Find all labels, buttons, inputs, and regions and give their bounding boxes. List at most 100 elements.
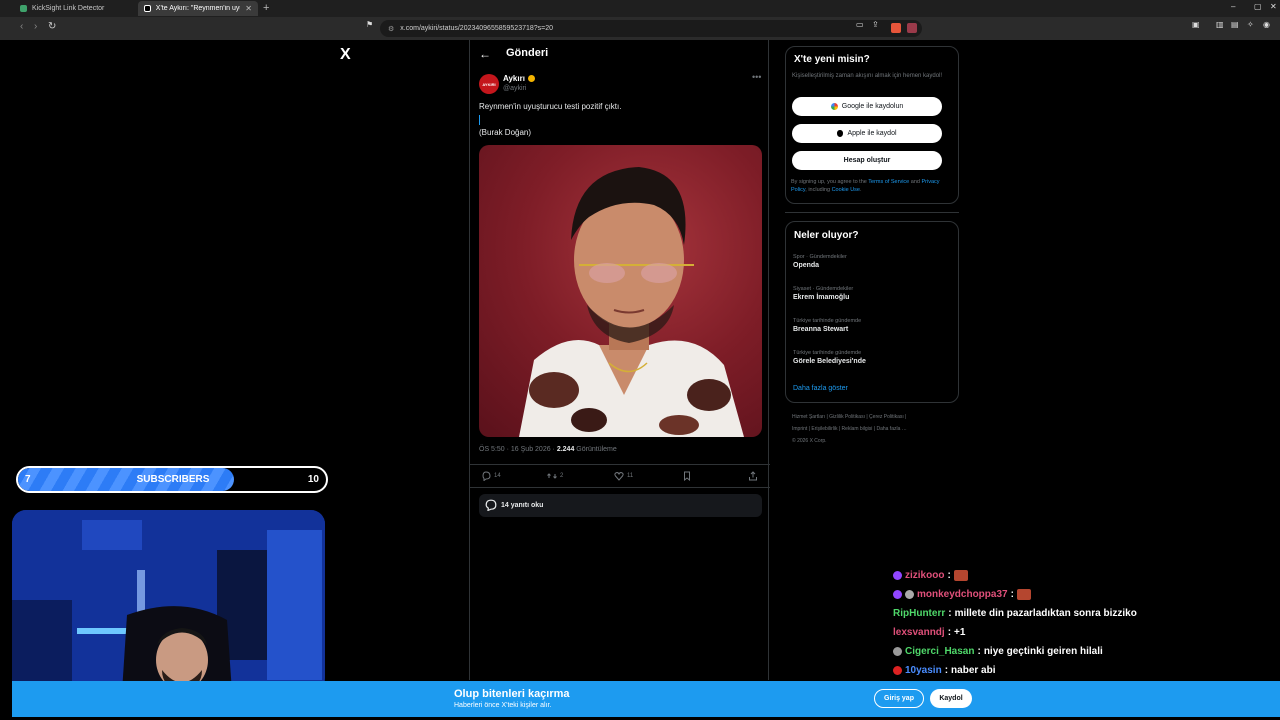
read-replies-button[interactable]: 14 yanıtı oku bbox=[479, 494, 762, 517]
subscriber-goal-bar: 7 SUBSCRIBERS 10 bbox=[16, 466, 328, 493]
cast-icon[interactable]: ▭ bbox=[856, 20, 864, 29]
post-time[interactable]: ÖS 5:50 · 16 Şub 2026 · bbox=[479, 446, 557, 453]
reply-icon bbox=[482, 471, 491, 481]
trend-category: Siyaset · Gündemdekiler bbox=[793, 286, 854, 292]
kicksight-favicon-icon bbox=[20, 5, 27, 12]
bookmark-button[interactable] bbox=[682, 471, 692, 481]
chat-message: RipHunterr : millete din pazarladıktan s… bbox=[893, 608, 1137, 619]
footer-links: Hizmet Şartları | Gizlilik Politikası | … bbox=[792, 411, 952, 447]
heart-icon bbox=[614, 472, 624, 481]
bookmark-icon[interactable]: ⚑ bbox=[366, 20, 373, 29]
sub-badge-icon bbox=[893, 571, 902, 580]
rewards-icon[interactable] bbox=[907, 23, 917, 33]
back-nav-icon[interactable]: ‹ bbox=[20, 21, 23, 32]
back-arrow-icon[interactable]: ← bbox=[479, 47, 491, 61]
terms-link[interactable]: Terms of Service bbox=[868, 179, 909, 185]
sidebar-icon[interactable]: ▥ bbox=[1216, 20, 1224, 29]
trends-title: Neler oluyor? bbox=[794, 230, 859, 241]
close-tab-icon[interactable]: ✕ bbox=[245, 4, 252, 13]
trend-item[interactable]: Türkiye tarihinde gündemde Görele Beledi… bbox=[793, 350, 866, 365]
trend-category: Spor · Gündemdekiler bbox=[793, 254, 847, 260]
signup-banner: Olup bitenleri kaçırma Haberleri önce X'… bbox=[12, 681, 1280, 717]
reply-bubble-icon bbox=[485, 499, 497, 511]
portrait-illustration bbox=[519, 167, 744, 437]
site-info-icon[interactable]: ⚙ bbox=[388, 25, 394, 33]
share-post-button[interactable] bbox=[748, 471, 758, 481]
webcam-scene bbox=[12, 510, 325, 692]
chat-separator: : bbox=[1010, 589, 1014, 600]
legal-text: , including bbox=[805, 187, 832, 193]
author-handle[interactable]: @aykiri bbox=[503, 85, 526, 92]
minimize-icon[interactable]: – bbox=[1231, 2, 1235, 11]
legal-text: . bbox=[860, 187, 862, 193]
url-text: x.com/aykiri/status/2023409655859523718?… bbox=[400, 25, 554, 32]
sub-badge-icon bbox=[893, 590, 902, 599]
trend-item[interactable]: Spor · Gündemdekiler Openda bbox=[793, 254, 847, 269]
chat-username: monkeydchoppa37 bbox=[917, 589, 1008, 600]
legal-text: By signing up, you agree to the bbox=[791, 179, 869, 185]
trend-name: Ekrem İmamoğlu bbox=[793, 294, 850, 301]
repost-button[interactable]: 2 bbox=[547, 471, 563, 481]
cookie-link[interactable]: Cookie Use bbox=[832, 187, 860, 193]
maximize-icon[interactable]: ▢ bbox=[1254, 2, 1262, 11]
forward-nav-icon[interactable]: › bbox=[34, 21, 37, 32]
like-button[interactable]: 11 bbox=[614, 471, 633, 481]
wallet-icon[interactable]: ▤ bbox=[1231, 20, 1239, 29]
footer-line[interactable]: Imprint | Erişilebilirlik | Reklam bilgi… bbox=[792, 423, 952, 435]
trend-item[interactable]: Türkiye tarihinde gündemde Breanna Stewa… bbox=[793, 318, 861, 333]
gift-badge-icon bbox=[905, 590, 914, 599]
tab-x-post[interactable]: X'te Aykırı: "Reynmen'in uyuştur… ✕ bbox=[138, 1, 258, 16]
browser-tab-bar: KickSight Link Detector X'te Aykırı: "Re… bbox=[0, 0, 1280, 17]
avatar[interactable]: AYKIRI bbox=[479, 74, 499, 94]
more-options-icon[interactable]: ••• bbox=[752, 72, 761, 82]
chat-message: monkeydchoppa37 : bbox=[893, 589, 1031, 600]
signup-description: Kişiselleştirilmiş zaman akışını almak i… bbox=[792, 73, 943, 79]
x-logo-icon[interactable]: X bbox=[340, 46, 351, 64]
chat-message: Cigerci_Hasan : niye geçtinki geiren hil… bbox=[893, 646, 1103, 657]
signup-legal: By signing up, you agree to the Terms of… bbox=[791, 178, 953, 194]
post-credit: (Burak Doğan) bbox=[479, 128, 532, 137]
chat-username: zizikooo bbox=[905, 570, 945, 581]
show-more-link[interactable]: Daha fazla göster bbox=[793, 385, 848, 392]
signup-button[interactable]: Kaydol bbox=[930, 689, 972, 708]
divider bbox=[785, 212, 959, 213]
google-icon bbox=[830, 103, 838, 110]
trend-name: Openda bbox=[793, 262, 820, 269]
chat-separator: : bbox=[948, 608, 952, 619]
brave-shield-icon[interactable] bbox=[891, 23, 901, 33]
author-name[interactable]: Aykırı bbox=[503, 74, 535, 83]
leo-icon[interactable]: ✧ bbox=[1247, 20, 1254, 29]
chat-text: +1 bbox=[954, 627, 966, 638]
views-count: 2.244 bbox=[556, 446, 575, 453]
address-bar[interactable]: ⚙ x.com/aykiri/status/202340965585952371… bbox=[380, 20, 922, 37]
post-header: ← Gönderi bbox=[470, 40, 770, 68]
apple-signup-label: Apple ile kaydol bbox=[847, 130, 897, 137]
tab-kicksight[interactable]: KickSight Link Detector bbox=[14, 1, 136, 16]
copyright: © 2026 X Corp. bbox=[792, 438, 827, 444]
vpn-icon[interactable]: ◉ bbox=[1263, 20, 1270, 29]
share-icon[interactable]: ⇪ bbox=[872, 20, 879, 29]
post-column: ← Gönderi AYKIRI Aykırı @aykiri ••• Reyn… bbox=[469, 40, 770, 680]
post-image[interactable] bbox=[479, 145, 762, 437]
banner-title: Olup bitenleri kaçırma bbox=[454, 688, 570, 700]
google-signup-button[interactable]: Google ile kaydolun bbox=[792, 97, 942, 116]
reload-icon[interactable]: ↻ bbox=[48, 21, 56, 32]
trend-item[interactable]: Siyaset · Gündemdekiler Ekrem İmamoğlu bbox=[793, 286, 853, 301]
chat-username: RipHunterr bbox=[893, 608, 946, 619]
close-window-icon[interactable]: ✕ bbox=[1270, 2, 1277, 11]
reply-button[interactable]: 14 bbox=[481, 471, 501, 481]
create-account-button[interactable]: Hesap oluştur bbox=[792, 151, 942, 170]
verified-badge-icon bbox=[527, 75, 535, 82]
author-name-text: Aykırı bbox=[503, 74, 525, 83]
chat-separator: : bbox=[947, 627, 952, 638]
apple-signup-button[interactable]: Apple ile kaydol bbox=[792, 124, 942, 143]
footer-line[interactable]: Hizmet Şartları | Gizlilik Politikası | … bbox=[792, 411, 952, 423]
like-count: 11 bbox=[627, 473, 634, 479]
screenshot-icon[interactable]: ▣ bbox=[1192, 20, 1200, 29]
reply-count: 14 bbox=[494, 473, 501, 479]
chat-separator: : bbox=[977, 646, 981, 657]
login-button[interactable]: Giriş yap bbox=[874, 689, 924, 708]
emote-icon bbox=[1016, 589, 1031, 600]
new-tab-button[interactable]: + bbox=[263, 2, 269, 14]
chat-username: 10yasin bbox=[905, 665, 942, 676]
